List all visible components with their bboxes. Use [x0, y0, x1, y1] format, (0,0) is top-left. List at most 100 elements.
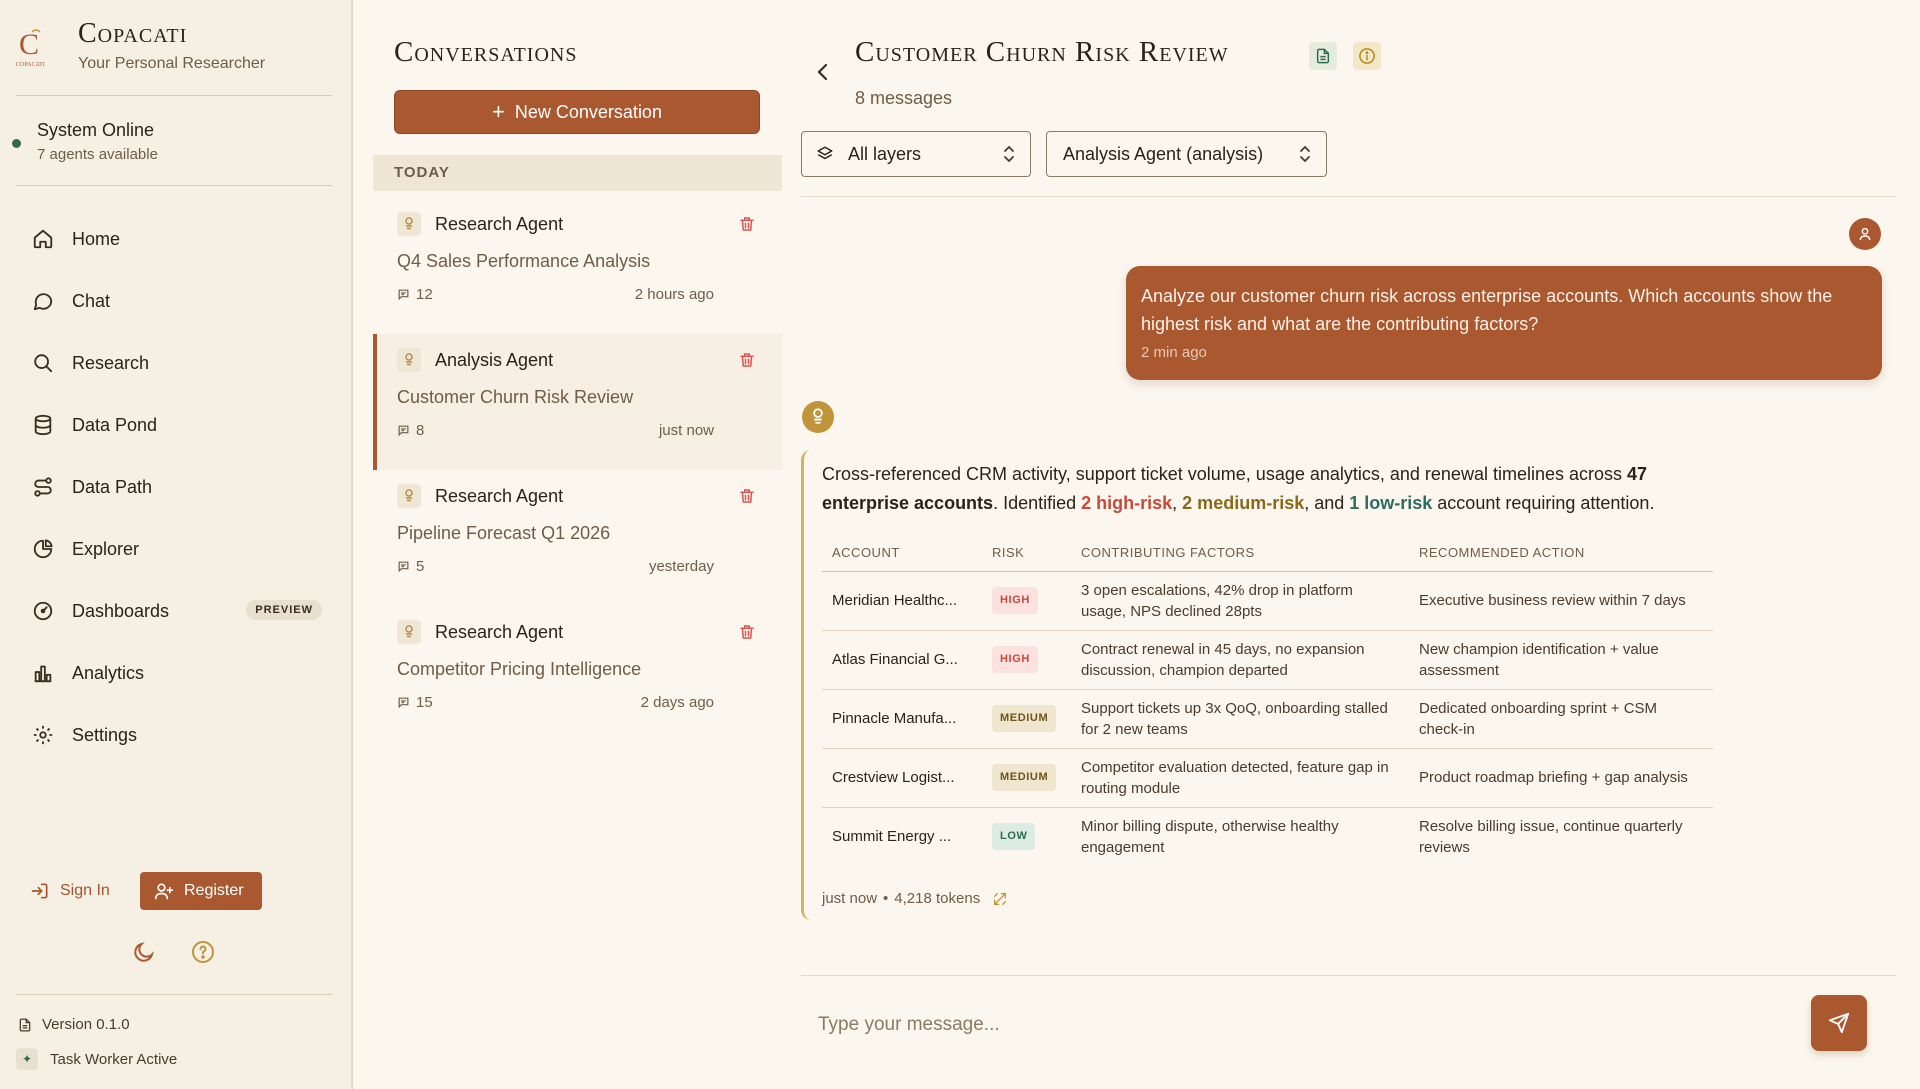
column-header: RISK — [982, 534, 1071, 572]
conversation-agent: Research Agent — [435, 486, 564, 506]
nav-item-analytics[interactable]: Analytics — [14, 642, 334, 704]
sign-in-icon — [30, 881, 50, 901]
column-header: CONTRIBUTING FACTORS — [1071, 534, 1409, 572]
account-cell: Atlas Financial G... — [822, 630, 982, 690]
column-header: RECOMMENDED ACTION — [1409, 534, 1713, 572]
nav-item-research[interactable]: Research — [14, 332, 334, 394]
conversation-item-active[interactable]: Analysis Agent Customer Churn Risk Revie… — [373, 334, 782, 470]
document-icon — [1316, 48, 1330, 64]
database-icon — [32, 414, 54, 436]
action-cell: Product roadmap briefing + gap analysis — [1409, 748, 1713, 808]
agent-select[interactable]: Analysis Agent (analysis) — [1046, 131, 1327, 177]
summary-text: . Identified — [993, 493, 1082, 513]
nav-item-dashboards[interactable]: Dashboards PREVIEW — [14, 580, 334, 642]
main-nav: Home Chat Research Data Pond Data Path E… — [14, 208, 334, 766]
svg-text:COPACATI: COPACATI — [16, 62, 45, 68]
conversation-agent: Analysis Agent — [435, 350, 554, 370]
count-value: 5 — [416, 558, 425, 575]
user-message-time: 2 min ago — [1141, 344, 1207, 361]
column-header: ACCOUNT — [822, 534, 982, 572]
export-document-button[interactable] — [1309, 42, 1337, 70]
nav-item-settings[interactable]: Settings — [14, 704, 334, 766]
user-message: Analyze our customer churn risk across e… — [1126, 266, 1882, 380]
agent-select-value: Analysis Agent (analysis) — [1063, 143, 1264, 164]
summary-text: , and — [1304, 493, 1350, 513]
nav-label: Settings — [72, 724, 138, 745]
register-label: Register — [184, 882, 244, 899]
brand-name: Copacati — [78, 18, 188, 49]
auth-actions: Sign In Register — [30, 872, 330, 912]
back-button[interactable] — [811, 60, 835, 84]
conversation-time: just now — [658, 422, 714, 439]
nav-label: Explorer — [72, 538, 140, 559]
register-button[interactable]: Register — [140, 872, 262, 910]
risk-badge: MEDIUM — [992, 764, 1057, 791]
divider — [16, 185, 332, 186]
home-icon — [32, 228, 54, 250]
factors-cell: Support tickets up 3x QoQ, onboarding st… — [1071, 689, 1409, 749]
message-count-label: 8 messages — [855, 88, 953, 108]
nav-label: Research — [72, 352, 150, 373]
message-count: 15 — [397, 694, 433, 711]
status-title: System Online — [37, 120, 155, 140]
sign-in-button[interactable]: Sign In — [30, 872, 110, 910]
token-count: 4,218 tokens — [894, 890, 981, 907]
delete-conversation-button[interactable] — [738, 351, 756, 369]
conversation-time: 2 days ago — [640, 694, 714, 711]
nav-label: Chat — [72, 290, 111, 311]
count-value: 12 — [416, 286, 433, 303]
message-input[interactable] — [801, 1000, 1801, 1050]
new-conversation-button[interactable]: + New Conversation — [394, 90, 760, 134]
info-button[interactable] — [1353, 42, 1381, 70]
churn-risk-table: ACCOUNT RISK CONTRIBUTING FACTORS RECOMM… — [822, 534, 1713, 866]
message-count: 8 — [397, 422, 424, 439]
chevron-up-down-icon — [1298, 145, 1312, 163]
help-button[interactable] — [191, 940, 215, 964]
count-value: 8 — [416, 422, 425, 439]
gear-icon — [32, 724, 54, 746]
action-cell: Dedicated onboarding sprint + CSM check-… — [1409, 689, 1713, 749]
risk-cell: MEDIUM — [982, 689, 1071, 749]
conversation-list: Research Agent Q4 Sales Performance Anal… — [373, 198, 782, 742]
nav-item-home[interactable]: Home — [14, 208, 334, 270]
divider — [16, 994, 332, 995]
delete-conversation-button[interactable] — [738, 487, 756, 505]
conversation-time: yesterday — [648, 558, 714, 575]
trash-icon — [740, 217, 754, 231]
layer-select[interactable]: All layers — [801, 131, 1031, 177]
message-icon — [397, 424, 410, 437]
divider — [16, 95, 332, 96]
factors-cell: Minor billing dispute, otherwise healthy… — [1081, 817, 1339, 856]
nav-item-chat[interactable]: Chat — [14, 270, 334, 332]
layer-select-value: All layers — [848, 143, 922, 164]
pie-chart-icon — [32, 538, 54, 560]
conversation-item[interactable]: Research Agent Competitor Pricing Intell… — [373, 606, 782, 742]
group-header-today: TODAY — [373, 155, 782, 191]
nav-item-explorer[interactable]: Explorer — [14, 518, 334, 580]
send-button[interactable] — [1811, 995, 1867, 1051]
chat-bubble-icon — [32, 290, 54, 312]
risk-cell: LOW — [982, 807, 1071, 866]
nav-item-data-pond[interactable]: Data Pond — [14, 394, 334, 456]
sidebar: C COPACATI Copacati Your Personal Resear… — [0, 0, 353, 1089]
table-row: Crestview Logist... MEDIUM Competitor ev… — [822, 748, 1713, 808]
worker-label: Task Worker Active — [50, 1050, 178, 1068]
message-count: 5 — [397, 558, 424, 575]
dark-mode-toggle[interactable] — [132, 940, 156, 964]
summary-text: , — [1172, 493, 1183, 513]
sparkle-icon: ✦ — [16, 1048, 38, 1070]
route-icon — [32, 476, 54, 498]
nav-item-data-path[interactable]: Data Path — [14, 456, 334, 518]
high-risk-count: 2 high-risk — [1081, 493, 1173, 513]
delete-conversation-button[interactable] — [738, 215, 756, 233]
delete-conversation-button[interactable] — [738, 623, 756, 641]
layers-icon — [816, 145, 834, 163]
divider — [801, 975, 1896, 976]
conversation-item[interactable]: Research Agent Q4 Sales Performance Anal… — [373, 198, 782, 334]
risk-cell: MEDIUM — [982, 748, 1071, 808]
message-count: 12 — [397, 286, 433, 303]
agent-icon — [397, 484, 421, 508]
brand[interactable]: C COPACATI Copacati Your Personal Resear… — [16, 18, 326, 72]
conversation-item[interactable]: Research Agent Pipeline Forecast Q1 2026… — [373, 470, 782, 606]
tools-icon[interactable] — [992, 891, 1008, 907]
